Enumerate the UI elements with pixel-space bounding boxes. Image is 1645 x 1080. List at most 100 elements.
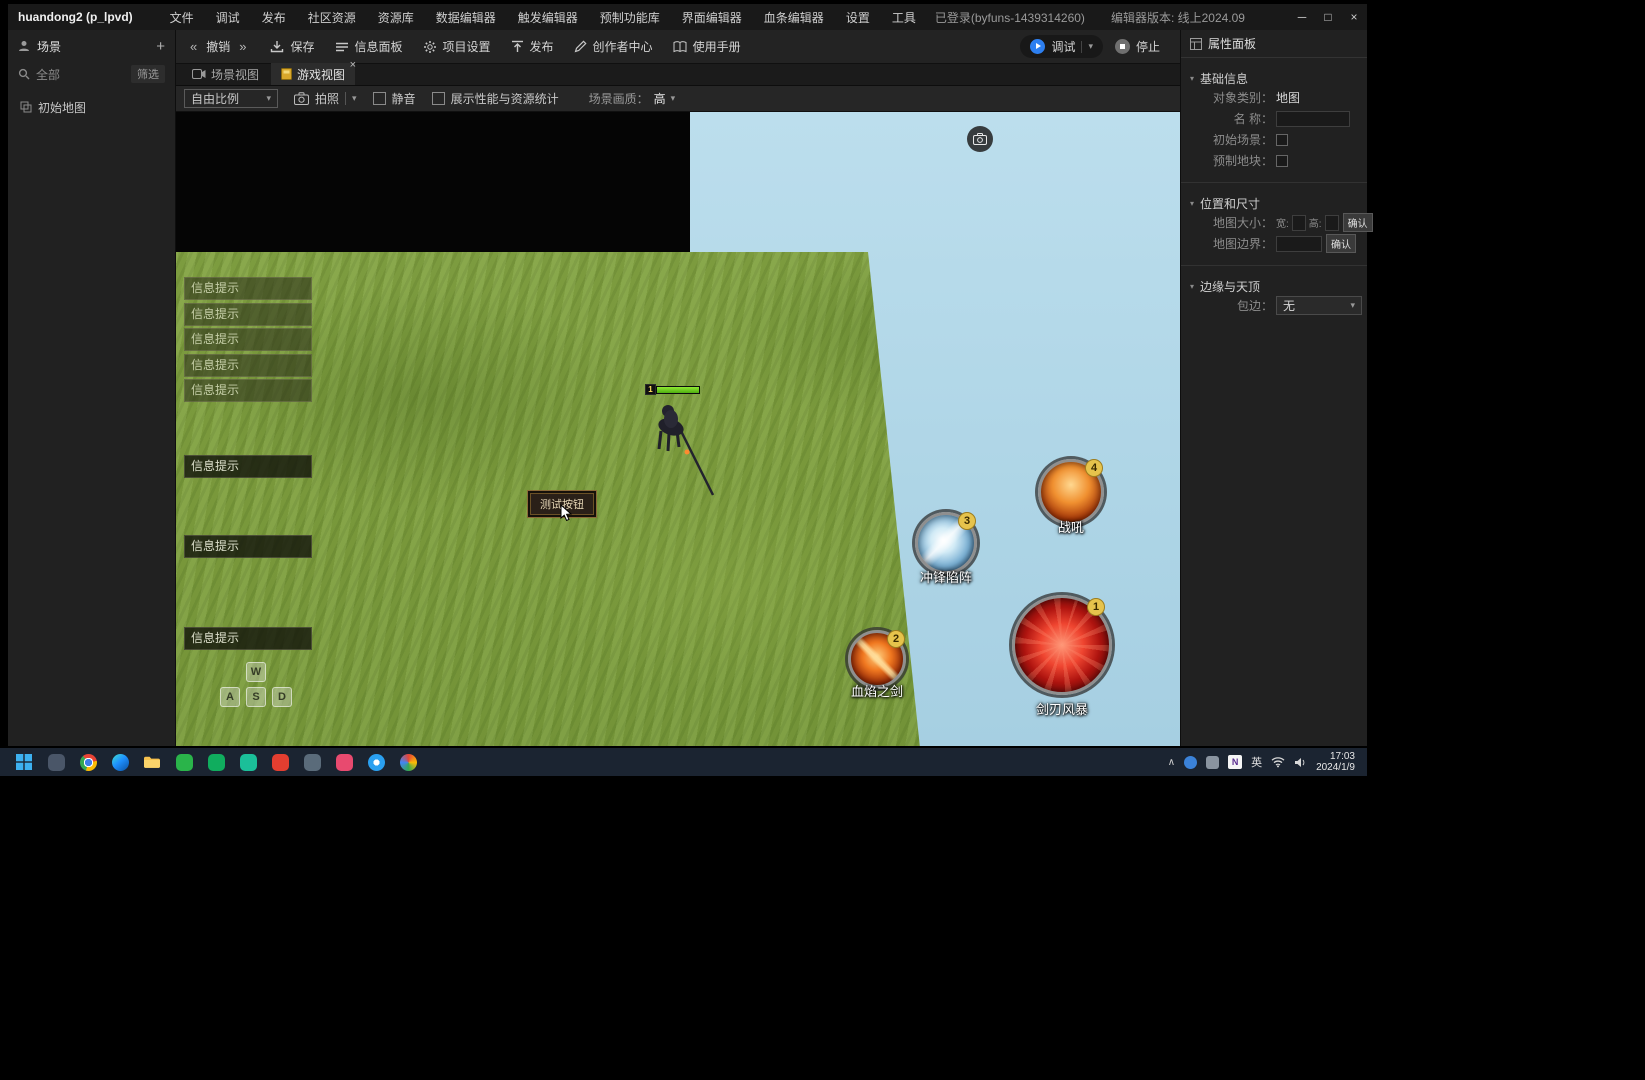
map-name-input[interactable] xyxy=(1276,110,1350,127)
divider xyxy=(1181,182,1367,183)
project-settings-button[interactable]: 项目设置 xyxy=(423,38,491,55)
tray-user-icon[interactable] xyxy=(1184,755,1198,769)
menu-item-publish[interactable]: 发布 xyxy=(251,9,297,26)
system-tray: ∧ N 英 17:03 2024/1/9 xyxy=(1168,751,1359,773)
skill-button-blood-flame-sword[interactable]: 2 血焰之剑 xyxy=(848,630,906,699)
run-controls: 调试 ▾ 停止 xyxy=(1020,35,1166,58)
skill-button-blade-storm[interactable]: 1 剑刃风暴 xyxy=(1012,595,1112,717)
chevron-down-icon[interactable]: ▾ xyxy=(352,93,357,104)
chevron-down-icon[interactable]: ▾ xyxy=(1088,41,1093,52)
info-panel-button[interactable]: 信息面板 xyxy=(335,38,403,55)
maximize-button[interactable]: □ xyxy=(1315,4,1341,30)
close-button[interactable]: × xyxy=(1341,4,1367,30)
stop-button[interactable]: 停止 xyxy=(1114,38,1160,55)
game-viewport[interactable]: 信息提示 信息提示 信息提示 信息提示 信息提示 信息提示 信息提示 信息提示 … xyxy=(176,112,1180,746)
section-edge-zenith[interactable]: ▾ 边缘与天顶 xyxy=(1181,277,1367,295)
stats-checkbox[interactable] xyxy=(431,92,445,105)
screenshot-button[interactable]: 拍照 ▾ xyxy=(294,90,357,107)
viewport-camera-button[interactable] xyxy=(967,126,993,152)
menu-item-asset-library[interactable]: 资源库 xyxy=(367,9,425,26)
menu-item-ui-editor[interactable]: 界面编辑器 xyxy=(671,9,753,26)
map-width-input[interactable] xyxy=(1291,214,1306,231)
prefab-tile-row: 预制地块： xyxy=(1181,150,1367,171)
aspect-ratio-dropdown[interactable]: 自由比例 ▾ xyxy=(184,89,278,108)
tray-app-icon[interactable] xyxy=(1206,755,1220,769)
stats-toggle[interactable]: 展示性能与资源统计 xyxy=(431,90,559,107)
menu-item-data-editor[interactable]: 数据编辑器 xyxy=(425,9,507,26)
taskbar-icon-editor-app[interactable] xyxy=(396,750,420,774)
mute-checkbox[interactable] xyxy=(372,92,386,105)
taskbar-icon-browser-compass[interactable] xyxy=(364,750,388,774)
redo-icon[interactable]: » xyxy=(239,39,246,54)
map-size-confirm-button[interactable]: 确认 xyxy=(1342,213,1373,232)
key-d[interactable]: D xyxy=(272,687,292,707)
scene-quality-dropdown[interactable]: 场景画质： 高 ▾ xyxy=(589,90,676,107)
info-tip: 信息提示 xyxy=(184,535,312,558)
viewport-toolbar: 自由比例 ▾ 拍照 ▾ 静音 展示性能与资源统计 场景画质： 高 ▾ xyxy=(176,86,1180,112)
publish-button[interactable]: 发布 xyxy=(511,38,554,55)
skill-button-charge[interactable]: 3 冲锋陷阵 xyxy=(915,512,977,585)
wrap-edge-dropdown[interactable]: 无 ▾ xyxy=(1276,296,1362,315)
player-character[interactable] xyxy=(631,389,731,499)
menu-item-debug[interactable]: 调试 xyxy=(205,9,251,26)
menu-item-hpbar-editor[interactable]: 血条编辑器 xyxy=(753,9,835,26)
taskbar-icon-edge[interactable] xyxy=(108,750,132,774)
taskbar-icon-wechat-devtools[interactable] xyxy=(236,750,260,774)
key-s[interactable]: S xyxy=(246,687,266,707)
debug-run-button[interactable]: 调试 ▾ xyxy=(1020,35,1103,58)
key-a[interactable]: A xyxy=(220,687,240,707)
taskbar-icon-chrome[interactable] xyxy=(76,750,100,774)
taskbar-icon-app-grey[interactable] xyxy=(300,750,324,774)
tray-network-icon[interactable] xyxy=(1271,756,1285,768)
menu-item-trigger-editor[interactable]: 触发编辑器 xyxy=(507,9,589,26)
tab-game-view[interactable]: 游戏视图 × xyxy=(271,60,356,85)
mute-toggle[interactable]: 静音 xyxy=(372,90,416,107)
info-tip: 信息提示 xyxy=(184,455,312,478)
start-button[interactable] xyxy=(12,750,36,774)
object-category-row: 对象类别： 地图 xyxy=(1212,91,1301,105)
save-button[interactable]: 保存 xyxy=(270,38,315,55)
tree-item-label: 初始地图 xyxy=(38,100,87,115)
taskbar-icon-wechat-work[interactable] xyxy=(204,750,228,774)
add-scene-button[interactable]: + xyxy=(156,38,165,55)
map-border-confirm-button[interactable]: 确认 xyxy=(1326,234,1356,253)
tree-item-initial-map[interactable]: 初始地图 xyxy=(8,96,175,118)
prefab-tile-checkbox[interactable] xyxy=(1276,154,1288,167)
tab-scene-view[interactable]: 场景视图 xyxy=(182,63,269,85)
menu-item-community-assets[interactable]: 社区资源 xyxy=(297,9,367,26)
filter-button[interactable]: 筛选 xyxy=(131,65,165,83)
info-tip: 信息提示 xyxy=(184,328,312,351)
menu-item-prefab-library[interactable]: 预制功能库 xyxy=(589,9,671,26)
properties-title: 属性面板 xyxy=(1208,37,1257,51)
section-basic-info[interactable]: ▾ 基础信息 xyxy=(1181,69,1367,87)
section-position-size[interactable]: ▾ 位置和尺寸 xyxy=(1181,194,1367,212)
tray-expand-icon[interactable]: ∧ xyxy=(1168,757,1175,768)
menu-item-settings[interactable]: 设置 xyxy=(835,9,881,26)
menu-item-tools[interactable]: 工具 xyxy=(881,9,927,26)
taskbar-icon-app-red[interactable] xyxy=(268,750,292,774)
undo-button[interactable]: 撤销 xyxy=(206,38,230,55)
tray-lang-indicator[interactable]: 英 xyxy=(1251,754,1262,770)
undo-icon[interactable]: « xyxy=(190,39,197,54)
search-scope-dropdown[interactable]: 全部 xyxy=(36,66,60,83)
close-tab-icon[interactable]: × xyxy=(350,60,356,71)
menu-item-file[interactable]: 文件 xyxy=(159,9,205,26)
login-status: 已登录(byfuns-1439314260) xyxy=(934,10,1085,25)
tray-onenote-icon[interactable]: N xyxy=(1228,755,1243,769)
taskbar-icon-app-dark[interactable] xyxy=(44,750,68,774)
taskbar-icon-file-explorer[interactable] xyxy=(140,750,164,774)
skill-label: 冲锋陷阵 xyxy=(919,570,973,585)
tray-volume-icon[interactable] xyxy=(1294,757,1307,768)
tray-clock[interactable]: 17:03 2024/1/9 xyxy=(1316,751,1355,773)
minimize-button[interactable]: ─ xyxy=(1289,4,1315,30)
pencil-icon xyxy=(574,40,587,53)
map-height-input[interactable] xyxy=(1324,214,1339,231)
map-border-input[interactable] xyxy=(1276,235,1322,252)
taskbar-icon-app-pink[interactable] xyxy=(332,750,356,774)
initial-scene-checkbox[interactable] xyxy=(1276,133,1288,146)
manual-button[interactable]: 使用手册 xyxy=(673,38,741,55)
creator-center-button[interactable]: 创作者中心 xyxy=(574,38,653,55)
key-w[interactable]: W xyxy=(246,662,266,682)
taskbar-icon-wechat[interactable] xyxy=(172,750,196,774)
skill-button-war-cry[interactable]: 4 战吼 xyxy=(1038,459,1104,535)
